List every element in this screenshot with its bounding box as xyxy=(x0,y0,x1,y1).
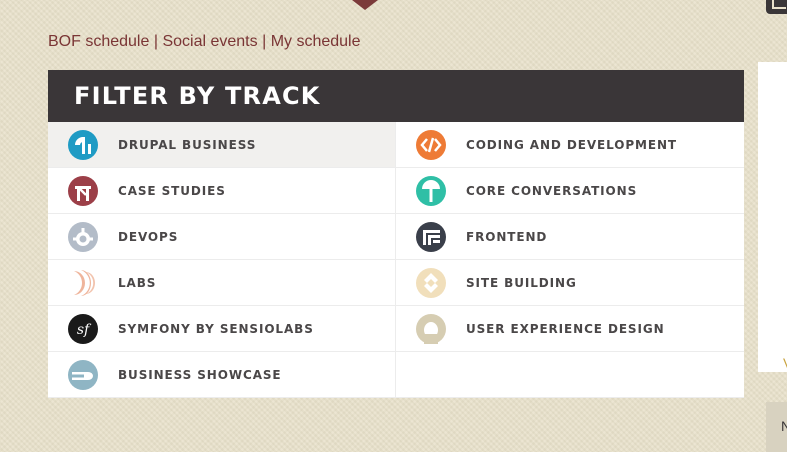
top-nav-indicator xyxy=(352,0,378,10)
corner-toggle-icon[interactable] xyxy=(766,0,787,14)
core-conversations-icon xyxy=(416,175,446,206)
track-coding-development[interactable]: CODING AND DEVELOPMENT xyxy=(396,122,744,168)
user-experience-icon xyxy=(416,313,446,344)
social-events-link[interactable]: Social events xyxy=(162,33,257,50)
track-label: CASE STUDIES xyxy=(118,183,226,198)
track-business-showcase[interactable]: BUSINESS SHOWCASE xyxy=(48,352,396,398)
frontend-icon xyxy=(416,221,446,252)
business-showcase-icon xyxy=(68,359,98,390)
panel-title: FILTER BY TRACK xyxy=(74,82,321,110)
side-panel-edge xyxy=(758,62,787,372)
track-site-building[interactable]: SITE BUILDING xyxy=(396,260,744,306)
labs-icon xyxy=(68,267,98,298)
devops-icon xyxy=(68,221,98,252)
filter-by-track-panel: FILTER BY TRACK DRUPAL BUSINESS CODING A… xyxy=(48,70,744,398)
track-frontend[interactable]: FRONTEND xyxy=(396,214,744,260)
empty-grid-cell xyxy=(396,352,744,398)
track-grid: DRUPAL BUSINESS CODING AND DEVELOPMENT C… xyxy=(48,122,744,398)
track-labs[interactable]: LABS xyxy=(48,260,396,306)
symfony-icon: sf xyxy=(68,313,98,344)
track-drupal-business[interactable]: DRUPAL BUSINESS xyxy=(48,122,396,168)
link-separator: | xyxy=(153,33,158,50)
track-case-studies[interactable]: CASE STUDIES xyxy=(48,168,396,214)
track-label: FRONTEND xyxy=(466,229,548,244)
link-separator: | xyxy=(262,33,267,50)
track-label: SYMFONY BY SENSIOLABS xyxy=(118,321,314,336)
track-label: USER EXPERIENCE DESIGN xyxy=(466,321,665,336)
coding-development-icon xyxy=(416,129,446,160)
track-symfony[interactable]: sf SYMFONY BY SENSIOLABS xyxy=(48,306,396,352)
side-cutoff-glyph: V xyxy=(783,355,787,371)
track-user-experience-design[interactable]: USER EXPERIENCE DESIGN xyxy=(396,306,744,352)
track-label: CODING AND DEVELOPMENT xyxy=(466,137,677,152)
schedule-links: BOF schedule | Social events | My schedu… xyxy=(48,33,361,51)
my-schedule-link[interactable]: My schedule xyxy=(271,33,361,50)
site-building-icon xyxy=(416,267,446,298)
case-studies-icon xyxy=(68,175,98,206)
side-cutoff-box-glyph: N xyxy=(781,418,787,434)
track-label: LABS xyxy=(118,275,157,290)
track-label: DEVOPS xyxy=(118,229,179,244)
track-core-conversations[interactable]: CORE CONVERSATIONS xyxy=(396,168,744,214)
drupal-business-icon xyxy=(68,129,98,160)
bof-schedule-link[interactable]: BOF schedule xyxy=(48,33,149,50)
track-devops[interactable]: DEVOPS xyxy=(48,214,396,260)
track-label: DRUPAL BUSINESS xyxy=(118,137,257,152)
panel-header: FILTER BY TRACK xyxy=(48,70,744,122)
track-label: CORE CONVERSATIONS xyxy=(466,183,638,198)
track-label: BUSINESS SHOWCASE xyxy=(118,367,282,382)
track-label: SITE BUILDING xyxy=(466,275,577,290)
side-cutoff-box[interactable]: N xyxy=(766,402,787,452)
